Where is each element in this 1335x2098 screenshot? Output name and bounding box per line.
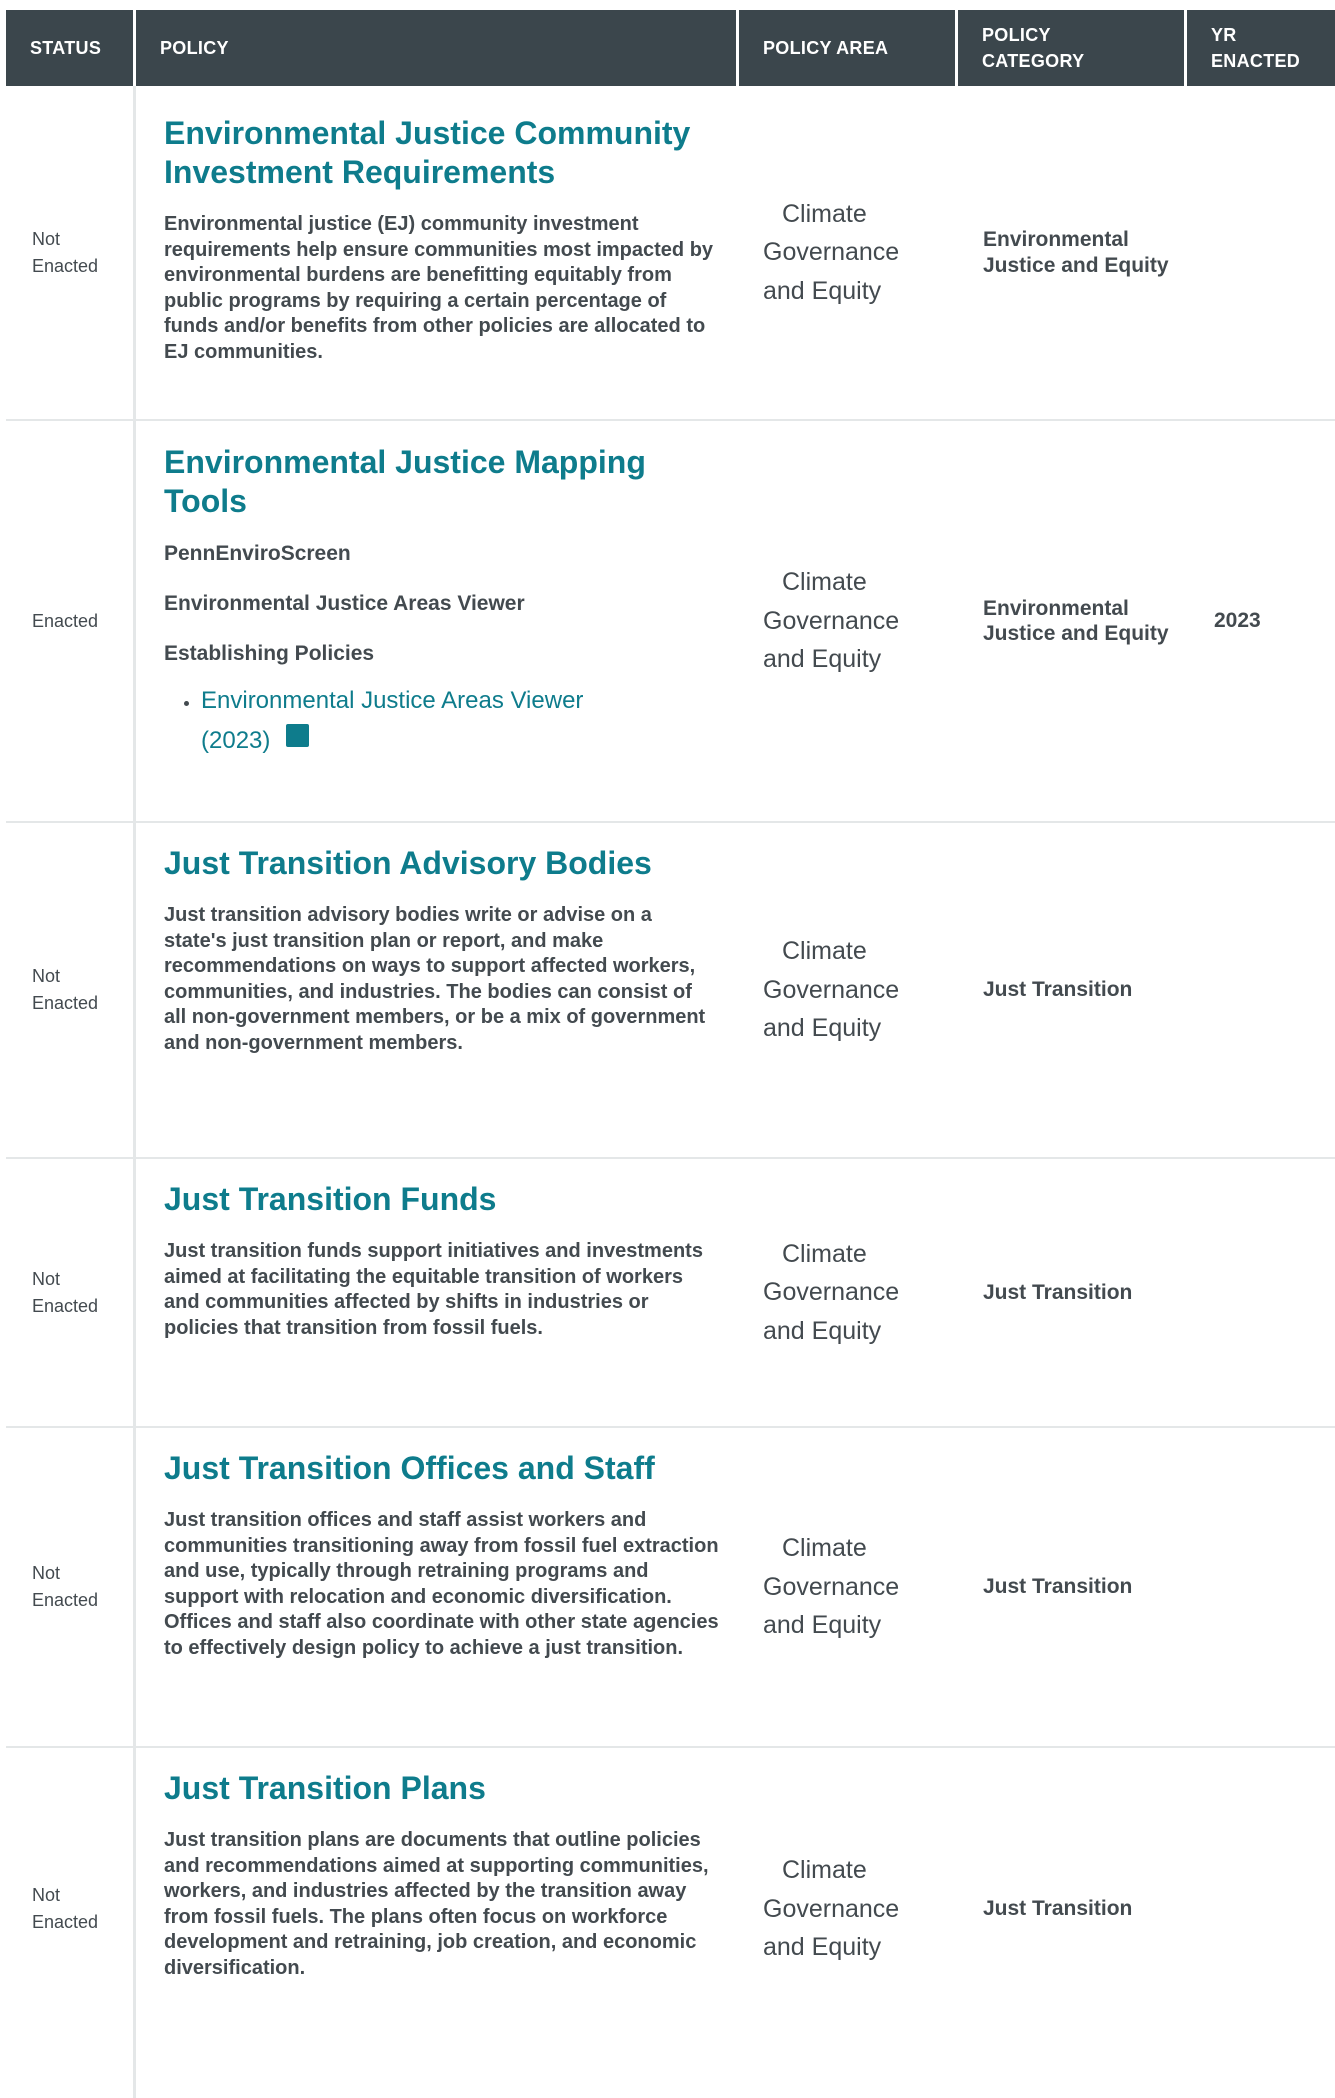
policy-cell: Just Transition Funds Just transition fu…	[136, 1159, 739, 1426]
policy-table: STATUS POLICY POLICY AREA POLICY CATEGORY…	[6, 10, 1335, 2098]
establishing-policies-list: Environmental Justice Areas Viewer(2023)	[164, 681, 719, 761]
table-row: Enacted Environmental Justice Mapping Too…	[6, 421, 1335, 823]
table-row: Not Enacted Just Transition Advisory Bodi…	[6, 823, 1335, 1159]
policy-cell: Environmental Justice Mapping Tools PennE…	[136, 421, 739, 821]
status-cell: Enacted	[6, 421, 136, 821]
establishing-policies-heading: Establishing Policies	[164, 642, 375, 665]
policy-header-label: POLICY	[160, 38, 229, 58]
status-cell: Not Enacted	[6, 1428, 136, 1746]
document-icon[interactable]	[286, 724, 310, 747]
year-enacted-header-label: YR ENACTED	[1211, 25, 1301, 71]
table-header: STATUS POLICY POLICY AREA POLICY CATEGORY…	[6, 10, 1335, 86]
policy-area-cell: Climate Governance and Equity	[763, 937, 900, 1043]
policy-description: Just transition offices and staff assist…	[164, 1509, 719, 1659]
policy-description: Environmental justice (EJ) community inv…	[164, 213, 714, 363]
status-cell: Not Enacted	[6, 86, 136, 419]
status-cell: Not Enacted	[6, 823, 136, 1157]
policy-area-cell: Climate Governance and Equity	[763, 1534, 900, 1640]
policy-title-link[interactable]: Environmental Justice Community Investmen…	[164, 114, 719, 192]
column-header-year-enacted[interactable]: YR ENACTED	[1187, 10, 1335, 86]
policy-cell: Environmental Justice Community Investmen…	[136, 86, 739, 419]
policy-area-cell: Climate Governance and Equity	[763, 1239, 900, 1345]
policy-cell: Just Transition Plans Just transition pl…	[136, 1748, 739, 2098]
column-header-status[interactable]: STATUS	[6, 10, 136, 86]
column-header-policy[interactable]: POLICY	[136, 10, 739, 86]
policy-category-header-label: POLICY CATEGORY	[982, 25, 1085, 71]
year-enacted-cell: 2023	[1214, 609, 1261, 632]
list-item: Environmental Justice Areas Viewer(2023)	[201, 681, 719, 761]
column-header-policy-area[interactable]: POLICY AREA	[739, 10, 958, 86]
policy-title-link[interactable]: Just Transition Offices and Staff	[164, 1449, 719, 1488]
policy-subtitle: Environmental Justice Areas Viewer	[164, 592, 525, 615]
year-enacted-cell	[1187, 86, 1335, 419]
table-row: Not Enacted Just Transition Offices and S…	[6, 1428, 1335, 1748]
policy-category-cell: Environmental Justice and Equity	[983, 596, 1169, 646]
policy-subtitle: PennEnviroScreen	[164, 542, 351, 565]
status-header-label: STATUS	[30, 38, 102, 58]
year-enacted-cell	[1187, 1428, 1335, 1746]
status-cell: Not Enacted	[6, 1748, 136, 2098]
policy-category-cell: Environmental Justice and Equity	[983, 228, 1169, 277]
year-enacted-cell	[1187, 823, 1335, 1157]
year-enacted-cell	[1187, 1159, 1335, 1426]
year-enacted-cell	[1187, 1748, 1335, 2098]
table-row: Not Enacted Just Transition Funds Just tr…	[6, 1159, 1335, 1428]
document-link[interactable]: Environmental Justice Areas Viewer (2023)	[201, 687, 583, 754]
policy-cell: Just Transition Offices and Staff Just t…	[136, 1428, 739, 1746]
policy-title-link[interactable]: Environmental Justice Mapping Tools	[164, 443, 719, 521]
policy-title-link[interactable]: Just Transition Funds	[164, 1180, 719, 1219]
policy-area-cell: Climate Governance and Equity	[763, 568, 900, 674]
policy-title-link[interactable]: Just Transition Plans	[164, 1769, 719, 1808]
policy-category-cell: Just Transition	[983, 1575, 1133, 1599]
policy-area-cell: Climate Governance and Equity	[763, 199, 900, 305]
policy-description: Just transition funds support initiative…	[164, 1240, 703, 1339]
policy-category-cell: Just Transition	[983, 978, 1133, 1002]
policy-cell: Just Transition Advisory Bodies Just tra…	[136, 823, 739, 1157]
policy-description: Just transition advisory bodies write or…	[164, 904, 706, 1054]
table-row: Not Enacted Environmental Justice Communi…	[6, 86, 1335, 421]
policy-category-cell: Just Transition	[983, 1280, 1133, 1304]
table-row: Not Enacted Just Transition Plans Just tr…	[6, 1748, 1335, 2098]
policy-description: Just transition plans are documents that…	[164, 1829, 709, 1979]
policy-area-header-label: POLICY AREA	[763, 38, 889, 58]
policy-area-cell: Climate Governance and Equity	[763, 1856, 900, 1962]
policy-category-cell: Just Transition	[983, 1897, 1133, 1921]
policy-title-link[interactable]: Just Transition Advisory Bodies	[164, 844, 719, 883]
column-header-policy-category[interactable]: POLICY CATEGORY	[958, 10, 1187, 86]
status-cell: Not Enacted	[6, 1159, 136, 1426]
